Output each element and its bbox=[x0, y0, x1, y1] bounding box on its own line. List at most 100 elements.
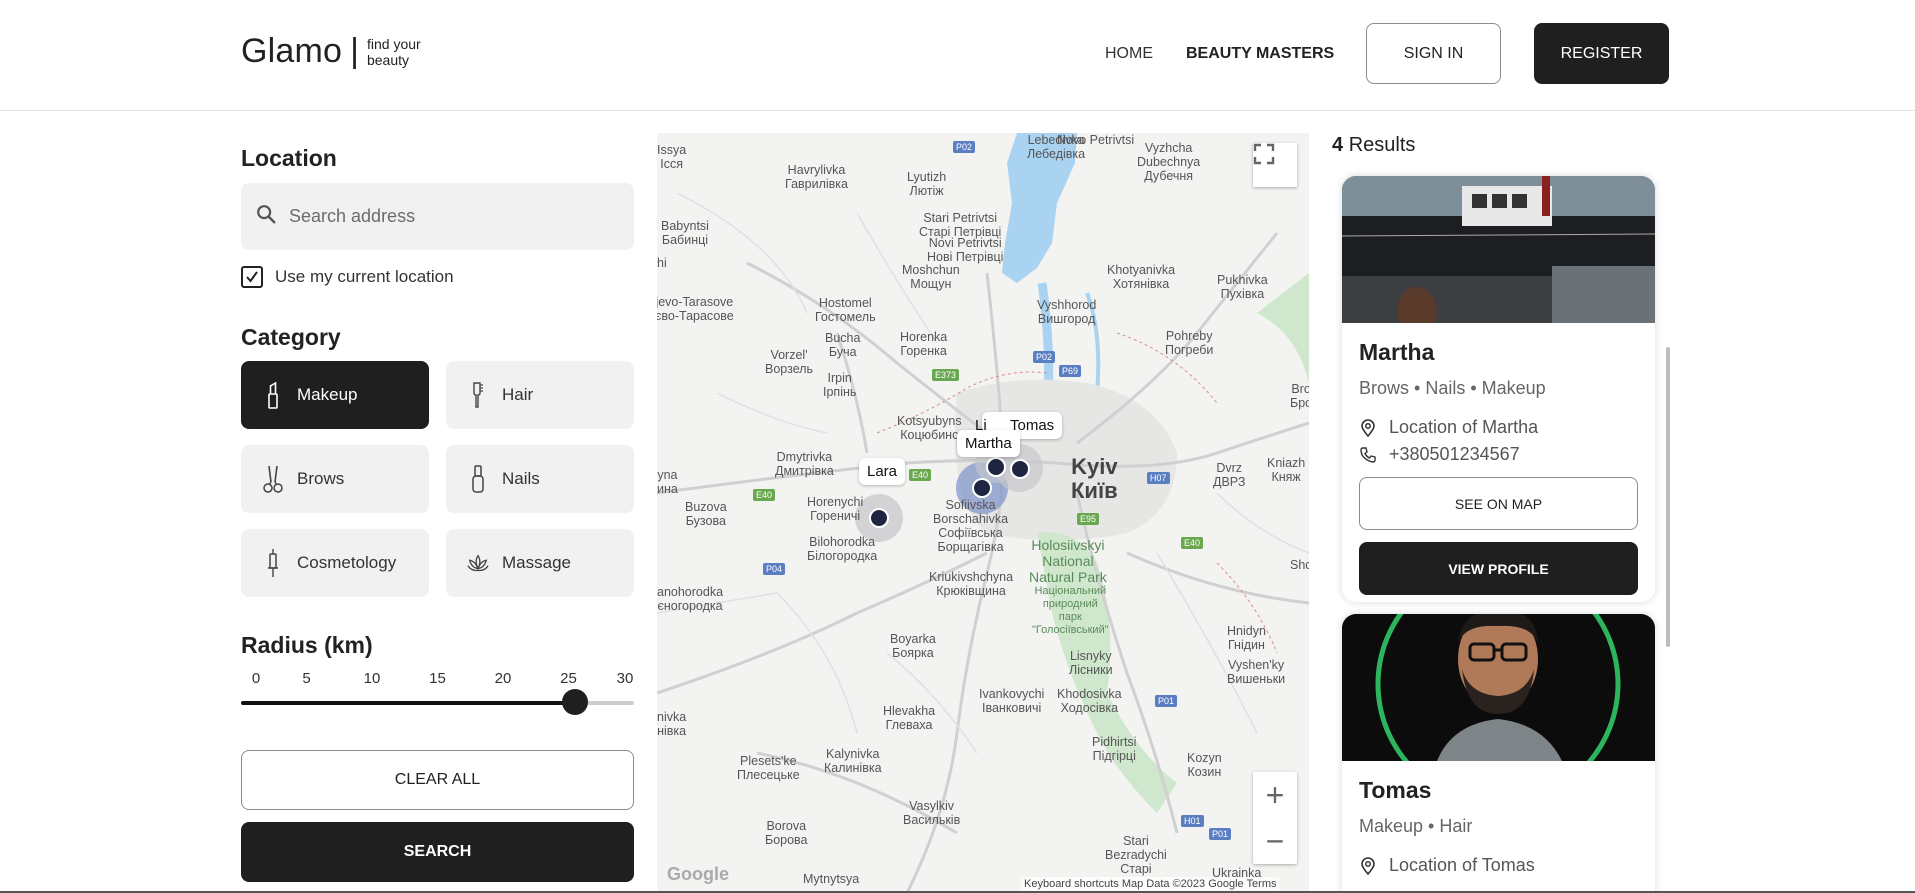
map-place-label: Bilohorodka Білогородка bbox=[807, 535, 878, 563]
map-place-label: Dvrz ДВРЗ bbox=[1213, 461, 1246, 489]
map-place-label: yna ина bbox=[657, 468, 678, 496]
master-name[interactable]: Martha bbox=[1359, 339, 1638, 366]
map-place-label: Vasylkiv Васильків bbox=[903, 799, 961, 827]
radius-slider-thumb[interactable] bbox=[562, 689, 588, 715]
search-button[interactable]: SEARCH bbox=[241, 822, 634, 882]
use-location-row[interactable]: Use my current location bbox=[241, 266, 454, 288]
master-location-row: Location of Tomas bbox=[1359, 855, 1638, 876]
category-title: Category bbox=[241, 324, 341, 350]
road-badge: P02 bbox=[1033, 351, 1056, 363]
use-location-checkbox[interactable] bbox=[241, 266, 263, 288]
results-number: 4 bbox=[1332, 134, 1344, 156]
checkmark-icon bbox=[246, 271, 258, 283]
map-place-label: Havrylivka Гаврилівка bbox=[785, 163, 849, 191]
map-place-label: Kriukivshchyna Крюківщина bbox=[929, 570, 1014, 598]
syringe-icon bbox=[261, 548, 285, 578]
map-place-label: Pukhivka Пухівка bbox=[1217, 273, 1268, 301]
map-place-label: Novi Petrivtsi Нові Петрівці bbox=[927, 236, 1004, 264]
zoom-out-button[interactable]: − bbox=[1253, 818, 1297, 864]
map-place-label: Babyntsi Бабинці bbox=[661, 219, 709, 247]
map-city-kyiv: Kyiv Київ bbox=[1071, 454, 1118, 503]
master-categories: Makeup • Hair bbox=[1359, 816, 1473, 836]
use-location-label: Use my current location bbox=[275, 267, 454, 286]
map-place-label: Novo Petrivtsi bbox=[1057, 133, 1135, 147]
master-phone-row: +380501234567 bbox=[1359, 444, 1638, 465]
lotus-icon bbox=[466, 548, 490, 578]
radius-tick-label: 15 bbox=[429, 670, 446, 687]
radius-tick-labels: 0 5 10 15 20 25 30 bbox=[241, 670, 634, 690]
fullscreen-icon bbox=[1253, 143, 1275, 165]
zoom-in-button[interactable]: + bbox=[1253, 772, 1297, 818]
master-card-tomas[interactable]: Tomas Makeup • Hair Location of Tomas bbox=[1342, 614, 1655, 893]
lipstick-icon bbox=[261, 380, 285, 410]
view-profile-button[interactable]: VIEW PROFILE bbox=[1359, 542, 1638, 595]
map-pin-label-martha[interactable]: Martha bbox=[957, 430, 1020, 457]
map-place-label: Moshchun Мощун bbox=[902, 263, 960, 291]
results-scrollbar[interactable] bbox=[1666, 347, 1670, 647]
search-icon bbox=[255, 203, 277, 230]
see-on-map-button[interactable]: SEE ON MAP bbox=[1359, 477, 1638, 530]
master-card-martha[interactable]: Martha Brows • Nails • Makeup Location o… bbox=[1342, 176, 1655, 602]
map-place-label: Vyshen'ky Вишеньки bbox=[1227, 658, 1286, 686]
map-place-label: Irpin Ірпінь bbox=[823, 371, 857, 399]
map[interactable]: Issya Ісся Havrylivka Гаврилівка Lyutizh Люті… bbox=[657, 133, 1309, 893]
category-nails[interactable]: Nails bbox=[446, 445, 634, 513]
nav-beauty-masters-link[interactable]: BEAUTY MASTERS bbox=[1186, 45, 1334, 63]
road-badge: P04 bbox=[763, 563, 786, 575]
tweezers-icon bbox=[261, 464, 285, 494]
radius-tick-label: 10 bbox=[363, 670, 381, 687]
logo-name: Glamo bbox=[241, 32, 343, 70]
category-makeup[interactable]: Makeup bbox=[241, 361, 429, 429]
location-title: Location bbox=[241, 145, 337, 171]
master-photo-tomas bbox=[1342, 614, 1655, 761]
nav-home-link[interactable]: HOME bbox=[1105, 45, 1153, 63]
map-place-label: Kniazh Княж bbox=[1267, 456, 1306, 484]
location-pin-icon bbox=[1359, 418, 1377, 437]
category-hair[interactable]: Hair bbox=[446, 361, 634, 429]
category-brows[interactable]: Brows bbox=[241, 445, 429, 513]
road-badge: E40 bbox=[1181, 537, 1204, 549]
map-place-label: nivka нівка bbox=[657, 710, 687, 738]
map-place-label: Hnidyn Гнідин bbox=[1227, 624, 1266, 652]
road-badge: P02 bbox=[953, 141, 976, 153]
category-massage[interactable]: Massage bbox=[446, 529, 634, 597]
master-location-row: Location of Martha bbox=[1359, 417, 1638, 438]
nail-polish-icon bbox=[466, 464, 490, 494]
map-place-label: Khodosivka Ходосівка bbox=[1057, 687, 1122, 715]
map-place-label: Lisnyky Лісники bbox=[1069, 649, 1113, 677]
master-name[interactable]: Tomas bbox=[1359, 777, 1638, 804]
map-place-label: hi bbox=[657, 256, 667, 270]
clear-all-button[interactable]: CLEAR ALL bbox=[241, 750, 634, 810]
map-place-label: Stari Petrivtsi Старі Петрівці bbox=[919, 211, 1002, 239]
master-photo-martha bbox=[1342, 176, 1655, 323]
map-pin-label-lara[interactable]: Lara bbox=[859, 458, 906, 485]
road-badge: E40 bbox=[753, 489, 776, 501]
logo[interactable]: Glamo | find your beauty bbox=[241, 32, 433, 71]
map-place-label: Khotyanivka Хотянівка bbox=[1107, 263, 1176, 291]
map-place-label: Kozyn Козин bbox=[1187, 751, 1222, 779]
radius-tick-label: 20 bbox=[494, 670, 512, 687]
road-badge: P01 bbox=[1155, 695, 1178, 707]
master-categories: Brows • Nails • Makeup bbox=[1359, 378, 1546, 398]
map-attribution[interactable]: Keyboard shortcuts Map Data ©2023 Google… bbox=[1021, 877, 1280, 891]
register-button[interactable]: REGISTER bbox=[1534, 23, 1669, 84]
radius-tick-label: 5 bbox=[302, 670, 311, 687]
map-place-label: Shc bbox=[1290, 558, 1309, 572]
fullscreen-button[interactable] bbox=[1253, 143, 1297, 187]
sign-in-button[interactable]: SIGN IN bbox=[1366, 23, 1501, 84]
master-location: Location of Tomas bbox=[1389, 855, 1535, 875]
map-place-label: Kalynivka Калинівка bbox=[824, 747, 882, 775]
category-label: Makeup bbox=[297, 385, 358, 404]
category-cosmetology[interactable]: Cosmetology bbox=[241, 529, 429, 597]
map-place-label: Ivankovychi Іванковичі bbox=[979, 687, 1045, 715]
map-place-label: Boyarka Боярка bbox=[890, 632, 936, 660]
radius-slider-track[interactable] bbox=[241, 689, 634, 715]
address-search-box[interactable] bbox=[241, 183, 634, 250]
radius-title: Radius (km) bbox=[241, 632, 373, 658]
map-place-label: Buzova Бузова bbox=[685, 500, 727, 528]
radius-tick-label: 25 bbox=[560, 670, 577, 687]
master-phone[interactable]: +380501234567 bbox=[1389, 444, 1520, 465]
search-address-input[interactable] bbox=[289, 206, 619, 227]
radius-tick-label: 0 bbox=[251, 670, 261, 687]
logo-tagline: find your beauty bbox=[366, 35, 421, 68]
